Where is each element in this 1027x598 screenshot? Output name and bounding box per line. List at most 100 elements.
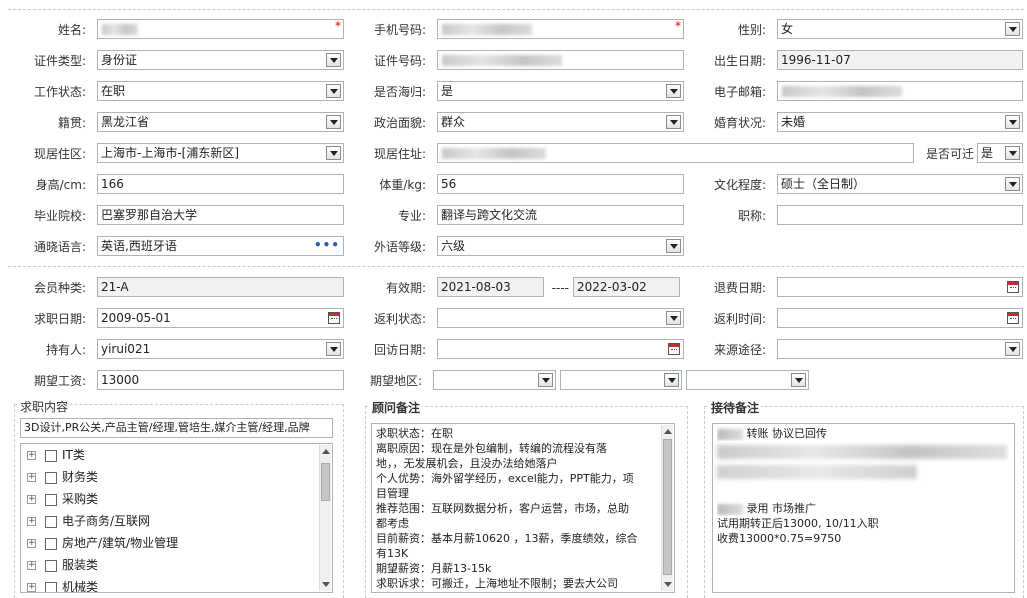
visit-date-input[interactable] bbox=[437, 339, 684, 359]
job-content-summary[interactable]: 3D设计,PR公关,产品主管/经理,管培生,媒介主管/经理,品牌 bbox=[20, 418, 333, 438]
scroll-down-icon[interactable] bbox=[322, 582, 330, 587]
more-dots-icon[interactable]: ••• bbox=[314, 237, 340, 254]
region-province-select[interactable] bbox=[433, 370, 556, 390]
expected-salary-label: 期望工资: bbox=[33, 374, 86, 388]
chevron-down-icon[interactable] bbox=[326, 84, 341, 98]
weight-input[interactable]: 56 bbox=[437, 174, 684, 194]
education-select[interactable]: 硕士（全日制） bbox=[777, 174, 1023, 194]
rebate-time-input[interactable] bbox=[777, 308, 1023, 328]
expand-icon[interactable]: + bbox=[27, 539, 36, 548]
reception-text: 转账 协议已回传 bbox=[746, 427, 828, 440]
holder-select[interactable]: yirui021 bbox=[97, 339, 344, 359]
tree-item-ecommerce[interactable]: + 电子商务/互联网 bbox=[27, 512, 150, 530]
height-input[interactable]: 166 bbox=[97, 174, 344, 194]
relocate-select[interactable]: 是 bbox=[977, 143, 1023, 163]
foreign-level-select[interactable]: 六级 bbox=[437, 236, 684, 256]
job-title-input[interactable] bbox=[777, 205, 1023, 225]
tree-item-machinery[interactable]: + 机械类 bbox=[27, 578, 98, 592]
tree-item-purchase[interactable]: + 采购类 bbox=[27, 490, 98, 508]
chevron-down-icon[interactable] bbox=[666, 115, 681, 129]
residence-area-label: 现居住区: bbox=[33, 147, 86, 161]
expand-icon[interactable]: + bbox=[27, 495, 36, 504]
checkbox[interactable] bbox=[45, 559, 57, 572]
expand-icon[interactable]: + bbox=[27, 473, 36, 482]
name-input[interactable]: * bbox=[97, 19, 344, 39]
tree-item-it[interactable]: + IT类 bbox=[27, 446, 85, 464]
political-select[interactable]: 群众 bbox=[437, 112, 684, 132]
returnee-select[interactable]: 是 bbox=[437, 81, 684, 101]
chevron-down-icon[interactable] bbox=[664, 373, 679, 387]
scroll-thumb[interactable] bbox=[321, 463, 330, 501]
school-input[interactable]: 巴塞罗那自治大学 bbox=[97, 205, 344, 225]
chevron-down-icon[interactable] bbox=[666, 84, 681, 98]
chevron-down-icon[interactable] bbox=[791, 373, 806, 387]
id-number-input[interactable] bbox=[437, 50, 684, 70]
work-status-select[interactable]: 在职 bbox=[97, 81, 344, 101]
checkbox[interactable] bbox=[45, 581, 57, 592]
chevron-down-icon[interactable] bbox=[666, 239, 681, 253]
validity-to-field: 2022-03-02 bbox=[573, 277, 680, 297]
calendar-icon[interactable] bbox=[328, 312, 340, 324]
notes-scrollbar[interactable] bbox=[661, 425, 673, 591]
note-line: 推荐范围：互联网数据分析，客户运营，市场，总助 bbox=[376, 502, 629, 515]
name-redacted bbox=[102, 24, 138, 35]
expand-icon[interactable]: + bbox=[27, 561, 36, 570]
marital-select[interactable]: 未婚 bbox=[777, 112, 1023, 132]
chevron-down-icon[interactable] bbox=[326, 146, 341, 160]
address-input[interactable] bbox=[437, 143, 914, 163]
chevron-down-icon[interactable] bbox=[1005, 342, 1020, 356]
checkbox[interactable] bbox=[45, 471, 57, 484]
region-district-select[interactable] bbox=[686, 370, 809, 390]
scroll-up-icon[interactable] bbox=[322, 449, 330, 454]
residence-area-select[interactable]: 上海市-上海市-[浦东新区] bbox=[97, 143, 344, 163]
tree-item-finance[interactable]: + 财务类 bbox=[27, 468, 98, 486]
checkbox[interactable] bbox=[45, 493, 57, 506]
tree-scrollbar[interactable] bbox=[319, 445, 331, 591]
calendar-icon[interactable] bbox=[668, 343, 680, 355]
scroll-down-icon[interactable] bbox=[664, 582, 672, 587]
tree-item-apparel[interactable]: + 服装类 bbox=[27, 556, 98, 574]
apply-date-input[interactable]: 2009-05-01 bbox=[97, 308, 344, 328]
expand-icon[interactable]: + bbox=[27, 517, 36, 526]
email-input[interactable] bbox=[777, 81, 1023, 101]
chevron-down-icon[interactable] bbox=[326, 115, 341, 129]
checkbox[interactable] bbox=[45, 449, 57, 462]
scroll-up-icon[interactable] bbox=[664, 429, 672, 434]
job-category-tree[interactable]: + IT类 + 财务类 + 采购类 + 电子商务/互联网 + 房地产/建筑/物业管理 + 服… bbox=[20, 443, 333, 593]
refund-date-input[interactable] bbox=[777, 277, 1023, 297]
source-select[interactable] bbox=[777, 339, 1023, 359]
note-line: 离职原因：现在是外包编制，转编的流程没有落 bbox=[376, 442, 607, 455]
tree-item-label: 服装类 bbox=[62, 558, 99, 572]
chevron-down-icon[interactable] bbox=[538, 373, 553, 387]
consultant-notes-textarea[interactable]: 求职状态：在职 离职原因：现在是外包编制，转编的流程没有落 地，，无发展机会，且… bbox=[371, 423, 675, 593]
expected-salary-input[interactable]: 13000 bbox=[97, 370, 344, 390]
calendar-icon[interactable] bbox=[1007, 281, 1019, 293]
scroll-thumb[interactable] bbox=[663, 439, 672, 575]
chevron-down-icon[interactable] bbox=[666, 311, 681, 325]
expand-icon[interactable]: + bbox=[27, 583, 36, 592]
checkbox[interactable] bbox=[45, 515, 57, 528]
calendar-icon[interactable] bbox=[1007, 312, 1019, 324]
region-city-select[interactable] bbox=[560, 370, 682, 390]
major-input[interactable]: 翻译与跨文化交流 bbox=[437, 205, 684, 225]
chevron-down-icon[interactable] bbox=[326, 53, 341, 67]
note-line: 目管理 bbox=[376, 487, 409, 500]
redacted-block bbox=[717, 428, 743, 440]
chevron-down-icon[interactable] bbox=[1005, 22, 1020, 36]
member-type-label: 会员种类: bbox=[33, 281, 86, 295]
chevron-down-icon[interactable] bbox=[1005, 115, 1020, 129]
rebate-status-select[interactable] bbox=[437, 308, 684, 328]
chevron-down-icon[interactable] bbox=[1005, 146, 1020, 160]
id-type-select[interactable]: 身份证 bbox=[97, 50, 344, 70]
chevron-down-icon[interactable] bbox=[1005, 177, 1020, 191]
chevron-down-icon[interactable] bbox=[326, 342, 341, 356]
expand-icon[interactable]: + bbox=[27, 451, 36, 460]
mobile-input[interactable]: * bbox=[437, 19, 684, 39]
refund-date-label: 退费日期: bbox=[713, 281, 766, 295]
gender-select[interactable]: 女 bbox=[777, 19, 1023, 39]
checkbox[interactable] bbox=[45, 537, 57, 550]
hometown-select[interactable]: 黑龙江省 bbox=[97, 112, 344, 132]
reception-notes-textarea[interactable]: 转账 协议已回传 录用 市场推广 试用期转正后13000, 10/11入职 收费… bbox=[712, 423, 1015, 593]
tree-item-realestate[interactable]: + 房地产/建筑/物业管理 bbox=[27, 534, 178, 552]
languages-picker[interactable]: 英语,西班牙语 ••• bbox=[97, 236, 344, 256]
